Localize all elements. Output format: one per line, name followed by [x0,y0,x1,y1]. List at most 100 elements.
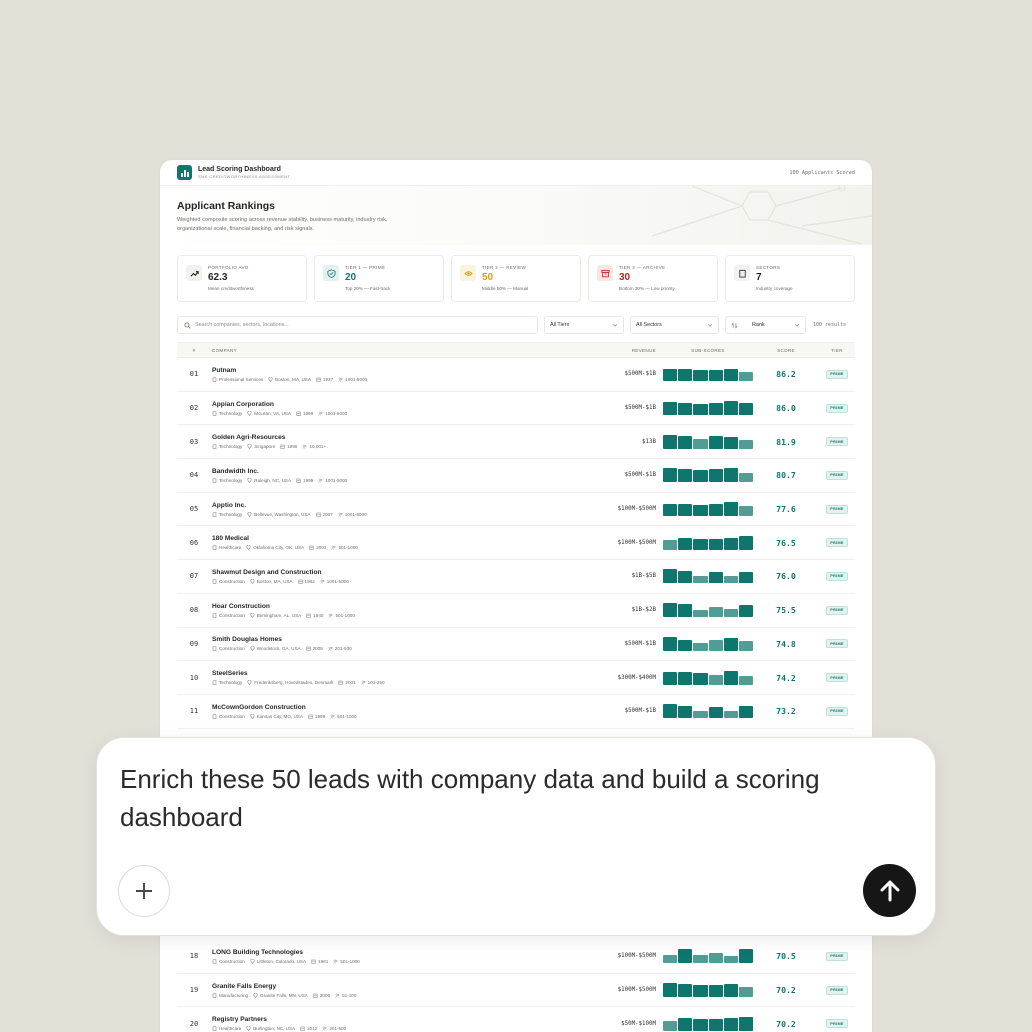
company-name[interactable]: SteelSeries [212,670,563,677]
subscore-bar [708,675,723,685]
employees-meta: 501-1000 [331,545,358,550]
location-text: Boston, MA, USA [256,578,293,584]
company-name[interactable]: LONG Building Technologies [212,949,563,956]
table-row[interactable]: 20 Registry Partners Healthcare Burlington,… [177,1007,855,1032]
table-row[interactable]: 09 Smith Douglas Homes Construction Woodsto… [177,628,855,662]
send-button[interactable] [863,864,916,917]
header-company[interactable]: COMPANY [211,348,563,353]
stat-subtext: Bottom 30% — Low priority [619,286,675,291]
subscore-bar [738,605,754,618]
table-row[interactable]: 06 180 Medical Healthcare Oklahoma City, OK… [177,526,855,561]
location-text: Littleton, Colorado, USA [256,958,307,964]
sector-meta: Construction [212,714,245,719]
tier-badge: PRIME [826,673,848,683]
sort-icon [731,322,738,328]
subscore-bar [738,676,754,685]
table-row[interactable]: 02 Appian Corporation Technology McLean, VA… [177,392,855,426]
revenue-cell: $500M-$1B [624,472,656,479]
hero-section: Applicant Rankings Weighted composite sc… [160,186,872,245]
sort-select[interactable]: Rank [725,316,806,334]
location-meta: Frederiksberg, Hovedstaden, Denmark [247,680,333,685]
sector-select-value: All Sectors [636,322,662,328]
page-description: Weighted composite scoring across revenu… [177,217,388,232]
company-name[interactable]: Hoar Construction [212,603,563,610]
table-row[interactable]: 19 Granite Falls Energy Manufacturing Grani… [177,974,855,1008]
subscore-bar [693,985,708,998]
table-row[interactable]: 10 SteelSeries Technology Frederiksberg, Ho… [177,661,855,695]
table-row[interactable]: 04 Bandwidth Inc. Technology Raleigh, NC, U… [177,459,855,493]
table-row[interactable]: 05 Apptio Inc. Technology Bellevue, Washing… [177,493,855,527]
company-name[interactable]: Golden Agri-Resources [212,434,563,441]
sector-meta: Healthcare [212,1026,241,1031]
sector-text: Technology [219,680,243,686]
company-name[interactable]: McCownGordon Construction [212,704,563,711]
sector-text: Technology [219,410,243,416]
users-icon [319,579,325,584]
location-meta: Burlington, NC, USA [246,1026,295,1031]
header-tier[interactable]: TIER [819,348,855,353]
map-pin-icon [250,646,255,652]
company-cell: LONG Building Technologies Construction Li… [211,949,563,964]
sector-select[interactable]: All Sectors [630,316,719,334]
company-name[interactable]: Smith Douglas Homes [212,636,563,643]
company-meta: Technology Bellevue, Washington, USA 2007 1… [212,511,563,517]
company-name[interactable]: Putnam [212,367,563,374]
header-score[interactable]: SCORE [753,348,819,353]
subscore-bars [663,401,754,416]
header-revenue[interactable]: REVENUE [563,348,663,353]
location-text: Raleigh, NC, USA [254,477,292,483]
company-name[interactable]: 180 Medical [212,535,563,542]
sector-meta: Professional Services [212,377,263,382]
subscore-bar [723,368,738,382]
eye-icon [460,265,476,281]
tier-badge: PRIME [826,1019,848,1029]
users-icon [337,512,343,517]
table-row[interactable]: 11 McCownGordon Construction Construction K… [177,695,855,729]
table-row[interactable]: 07 Shawmut Design and Construction Constru… [177,560,855,594]
add-attachment-button[interactable] [118,865,170,917]
company-name[interactable]: Appian Corporation [212,401,563,408]
decorative-network-graphic [651,186,872,245]
company-cell: Golden Agri-Resources Technology Singapore… [211,434,563,449]
revenue-cell: $500M-$1B [624,708,656,715]
company-name[interactable]: Apptio Inc. [212,502,563,509]
subscore-bar [723,955,738,964]
app-title: Lead Scoring Dashboard [198,166,281,173]
year-text: 2002 [316,545,327,551]
company-meta: Technology Frederiksberg, Hovedstaden, De… [212,680,563,685]
search-input[interactable]: Search companies, sectors, locations... [177,316,538,334]
table-row[interactable]: 18 LONG Building Technologies Construction… [177,940,855,974]
subscore-bar [663,954,678,964]
employees-meta: 1001-5000 [319,579,349,584]
location-text: Kansas City, MO, USA [256,713,303,719]
tier-select[interactable]: All Tiers [544,316,624,334]
prompt-box[interactable]: Enrich these 50 leads with company data … [96,737,936,936]
year-text: 2007 [322,511,333,517]
subscore-bar [678,436,693,449]
location-meta: Bellevue, Washington, USA [247,511,311,517]
subscore-bar [708,985,723,998]
company-cell: Putnam Professional Services Boston, MA, U… [211,367,563,382]
company-name[interactable]: Registry Partners [212,1016,563,1023]
sector-text: Technology [219,444,243,450]
tier-cell: PRIME [819,951,855,961]
stat-card-tier3: TIER 3 — ARCHIVE 30 Bottom 30% — Low pri… [588,255,718,302]
subscore-bar [663,434,678,449]
table-row[interactable]: 03 Golden Agri-Resources Technology Singapo… [177,425,855,460]
prompt-text[interactable]: Enrich these 50 leads with company data … [120,760,900,836]
users-icon [330,714,335,719]
employees-meta: 201-500 [322,1026,346,1031]
score-cell: 86.2 [776,369,796,380]
employees-text: 1001-5000 [345,376,368,382]
company-meta: Construction Kansas City, MO, USA 1999 501-… [212,713,563,719]
users-icon [331,545,336,550]
company-name[interactable]: Shawmut Design and Construction [212,569,563,576]
table-row[interactable]: 01 Putnam Professional Services Boston, MA,… [177,358,855,392]
company-name[interactable]: Granite Falls Energy [212,983,563,990]
location-meta: Oklahoma City, OK, USA [246,545,304,550]
table-row[interactable]: 08 Hoar Construction Construction Birmingha… [177,594,855,628]
company-name[interactable]: Bandwidth Inc. [212,468,563,475]
subscore-bar [663,402,678,416]
location-text: Oklahoma City, OK, USA [253,545,305,551]
year-text: 1982 [304,578,315,584]
